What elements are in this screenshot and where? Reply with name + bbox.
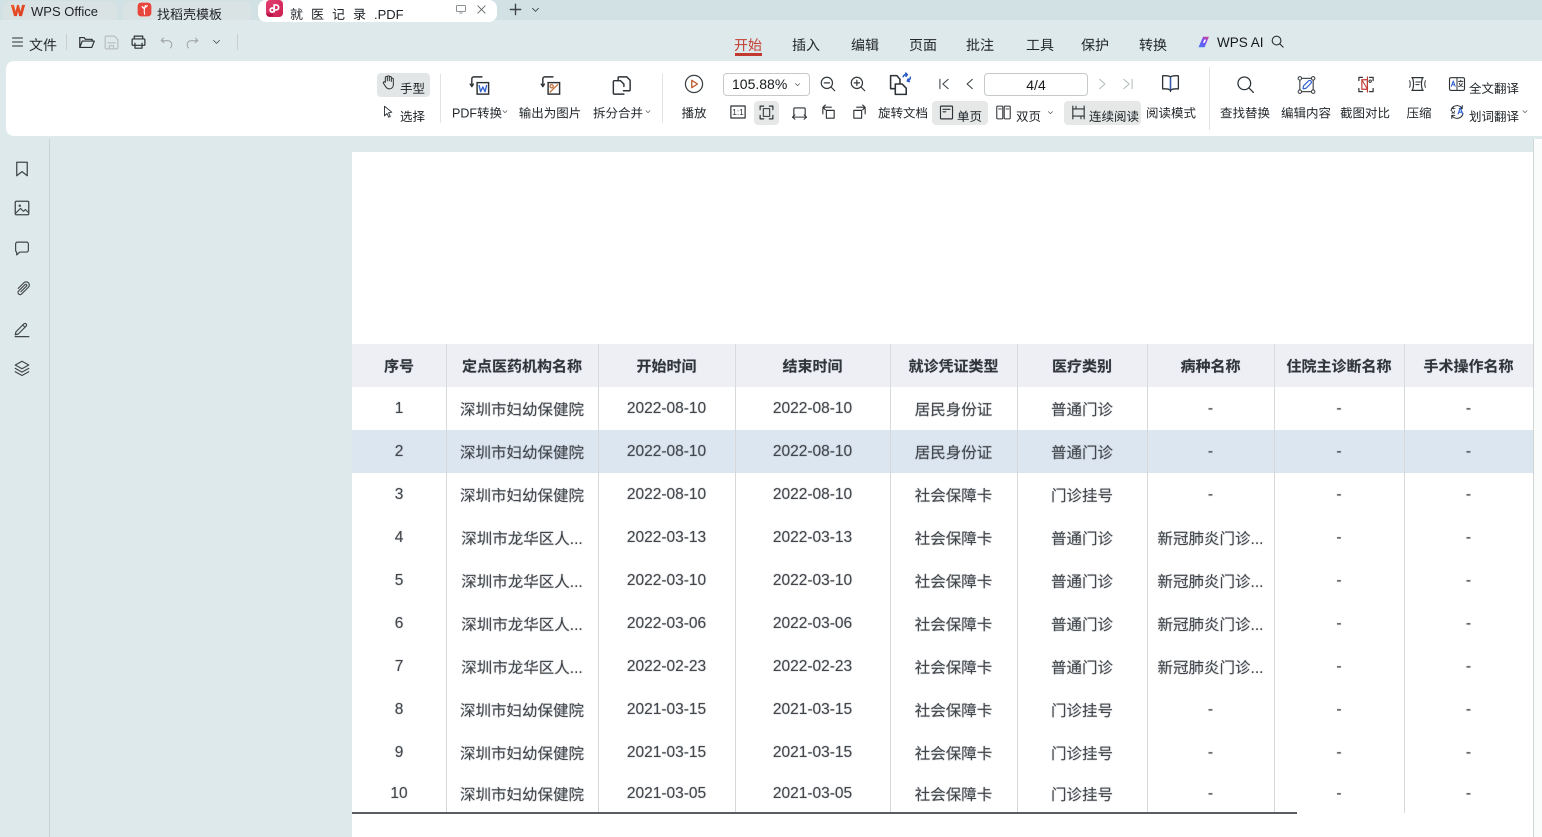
svg-text:1:1: 1:1 xyxy=(732,108,744,117)
